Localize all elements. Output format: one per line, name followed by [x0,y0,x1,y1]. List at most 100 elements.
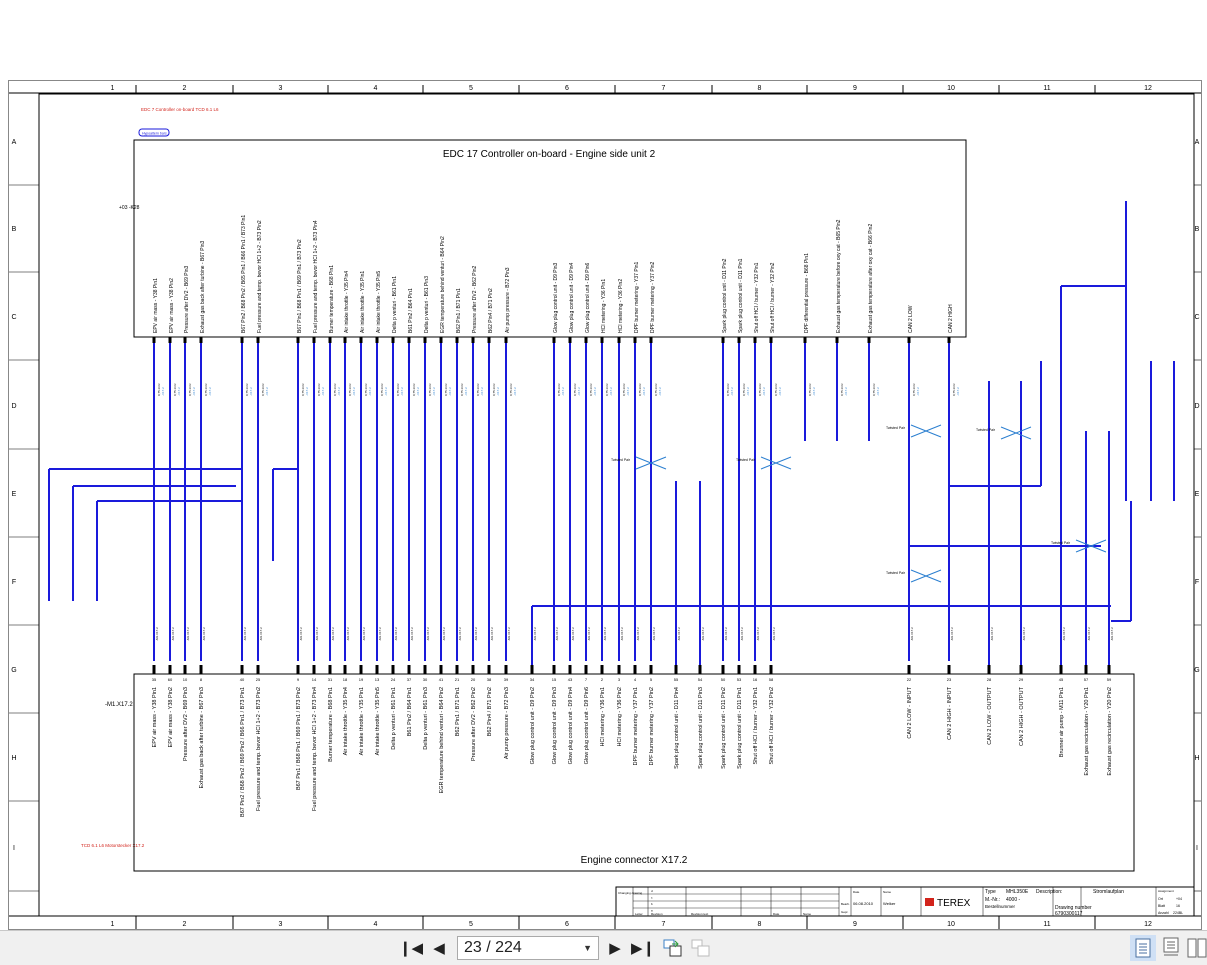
controller-pin-marker [947,337,951,343]
controller-pin-marker [552,337,556,343]
controller-pin-label: Fuel pressure and temp. bevor HCI 1+2 - … [313,220,319,333]
connector-pin-marker [907,665,911,674]
wire-dest-label: -M1.X17.2 [243,627,247,641]
controller-pin-marker [256,337,260,343]
controller-pin-label: EPV air mass - Y38 Pin1 [153,278,159,333]
controller-pin-marker [455,337,459,343]
connector-pin-label: Exhaust gas recirculation - Y20 Pin2 [1107,687,1113,776]
schematic-drawing: 112233445566778899101011111212A AB BC CD DE E… [9,85,1201,929]
revision-letter: d [651,889,653,893]
connector-pin-label: Burner temperature - B68 Pin1 [328,687,334,762]
connector-pin-label: Air intake throttle - Y35 Pin4 [343,687,349,755]
controller-pin-marker [439,337,443,343]
connector-pin-label: Delta p venturi - B61 Pin3 [423,687,429,750]
connector-pin-label: B62 Pin4 / B71 Pin2 [487,687,493,736]
mnr-value: 4000 - [1006,897,1021,903]
page-ref-badge-text: Hypoaltern bars. [142,132,168,136]
wire-dest-label: -M1.X17.2 [315,627,319,641]
last-page-button[interactable]: ▶❙ [631,937,655,959]
wire-dest-label: -X17.2 [844,387,848,396]
wire-dest-label: -M1.X17.2 [1022,627,1026,641]
connector-pin-label: Glow plug control unit - D9 Pin2 [530,687,536,764]
row-letter: I [1196,845,1198,852]
controller-pin-marker [328,337,332,343]
controller-pin-label: EGR temperature behind venturi - B64 Pin… [440,236,446,333]
connector-pin-marker [1019,665,1023,674]
connector-pin-marker [328,665,332,674]
controller-pin-marker [471,337,475,343]
connector-pin-label: Air pump pressure - B72 Pin3 [504,687,510,759]
connector-pin-marker [530,665,534,674]
controller-pin-marker [617,337,621,343]
first-page-button[interactable]: ❙◀ [398,937,424,959]
controller-pin-label: Glow plug control unit - D9 Pin3 [553,262,559,333]
connector-pin-marker [391,665,395,674]
column-number: 3 [279,85,283,92]
row-letter: D [1194,403,1199,410]
column-number: 5 [469,921,473,928]
row-letter: E [12,491,17,498]
wire-dest-label: -X17.2 [658,387,662,396]
col-revision-label: Revision [651,912,663,916]
connector-pin-marker [987,665,991,674]
connector-pin-number: 7 [585,677,588,682]
type-value: MHL350E [1006,889,1029,895]
controller-pin-marker [907,337,911,343]
connector-pin-marker [343,665,347,674]
connector-pin-number: 4 [634,677,637,682]
controller-pin-marker [504,337,508,343]
column-number: 4 [374,921,378,928]
unsync-pages-button[interactable] [690,937,712,959]
connector-pin-marker [168,665,172,674]
controller-pin-marker [803,337,807,343]
wire-dest-label: -X17.2 [192,387,196,396]
wire-dest-label: -M1.X17.2 [171,627,175,641]
connector-pin-label: Shut off HCI / burner - Y32 Pin1 [753,687,759,764]
sync-pages-button[interactable] [662,937,684,959]
single-page-view-button[interactable] [1130,935,1156,961]
column-number: 1 [111,921,115,928]
wire-dest-label: -X17.2 [916,387,920,396]
connector-pin-marker [312,665,316,674]
connector-pin-marker [617,665,621,674]
wire-dest-label: -M1.X17.2 [507,627,511,641]
next-page-button[interactable]: ▶ [604,937,626,959]
page-number-select[interactable]: 23 / 224 ▼ [457,936,599,960]
continuous-view-button[interactable] [1158,935,1184,961]
connector-pin-number: 19 [359,677,364,682]
revision-letter: b [651,902,653,906]
controller-pin-label: B67 Pin2 / B68 Pin2 / B65 Pin1 / B66 Pin… [241,215,247,333]
column-number: 12 [1144,85,1152,92]
connector-pin-label: CAN 2 LOW - OUTPUT [987,686,993,744]
wire-dest-label: -M1.X17.2 [772,627,776,641]
connector-pin-label: Fuel pressure and temp. bevor HCI 1+2 - … [312,687,318,811]
connector-pin-number: 45 [1059,677,1064,682]
controller-pin-marker [312,337,316,343]
controller-pin-label: Pressure after DV2 - B62 Pin2 [472,266,478,333]
connector-pin-label: Exhaust gas recirculation - Y20 Pin1 [1084,687,1090,776]
connector-pin-marker [439,665,443,674]
facing-view-button[interactable] [1184,935,1207,961]
wire-dest-label: -X17.2 [956,387,960,396]
connector-pin-number: 3 [618,677,621,682]
connector-pin-number: 35 [152,677,157,682]
column-number: 2 [183,85,187,92]
controller-pin-marker [633,337,637,343]
wire-dest-label: -M1.X17.2 [442,627,446,641]
description-label: Description: [1036,889,1062,895]
wire-dest-label: -M1.X17.2 [950,627,954,641]
wire-dest-label: -M1.X17.2 [299,627,303,641]
col-date-label: Date [773,912,780,916]
controller-pin-label: Spark plug control unit - D11 Pin1 [738,258,744,333]
connector-pin-number: 5 [650,677,653,682]
anzahl-label: Anzahl [1158,911,1169,915]
wire-dest-label: -X17.2 [496,387,500,396]
connector-pin-marker [753,665,757,674]
previous-page-button[interactable]: ◀ [428,937,450,959]
connector-pin-label: Glow plug control unit - D9 Pin3 [552,687,558,764]
first-page-icon: ❙◀ [398,940,424,957]
connector-pin-label: CAN 2 HIGH - OUTPUT [1019,686,1025,746]
controller-pin-label: DPF burner metering - Y37 Pin2 [650,261,656,333]
connector-pin-marker [1059,665,1063,674]
twisted-pair-label: Twisted Pair [611,458,631,462]
